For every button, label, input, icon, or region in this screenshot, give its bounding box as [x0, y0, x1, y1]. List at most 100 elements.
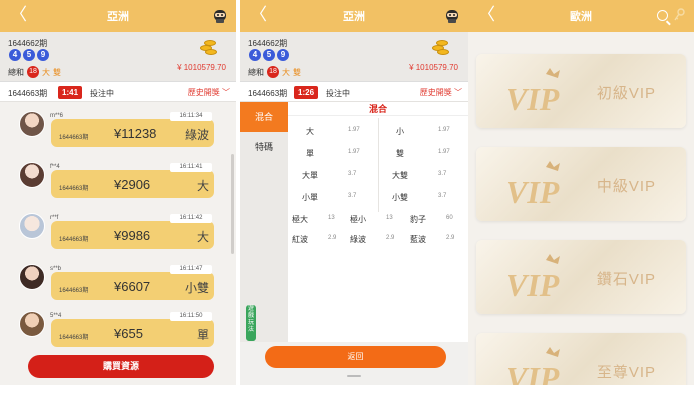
draw-result: 總和 18 大 雙 [8, 66, 61, 78]
bet-name: 單 [306, 149, 314, 158]
list-item: s**b 1644663期 ¥6607 小雙 16:11:47 [0, 261, 236, 313]
bet-option[interactable]: 綠波 2.9 [350, 230, 406, 248]
bet-issue: 1644663期 [59, 288, 89, 294]
bet-option[interactable]: 小 1.97 [396, 122, 458, 140]
balance: ¥ 1010579.70 [177, 63, 226, 72]
countdown-timer: 1:26 [294, 86, 319, 99]
list-item: r**f 1644663期 ¥9986 大 16:11:42 [0, 210, 236, 262]
robot-icon[interactable] [444, 7, 460, 24]
bet-bubble[interactable]: 1644663期 ¥11238 綠波 [51, 119, 214, 147]
bet-amount: ¥6607 [114, 279, 151, 294]
betting-status: 投注中 [326, 89, 350, 98]
bet-option[interactable]: 極小 13 [350, 210, 406, 228]
bet-option[interactable]: 小單 3.7 [302, 188, 368, 206]
tab-mixed[interactable]: 混合 [240, 102, 288, 132]
bet-bubble[interactable]: 1644663期 ¥9986 大 [51, 221, 214, 249]
header: 〈 亞洲 [240, 0, 468, 32]
bet-name: 雙 [396, 149, 404, 158]
bet-option[interactable]: 紅波 2.9 [292, 230, 348, 248]
history-link[interactable]: 歷史開獎 ﹀ [420, 87, 462, 98]
bet-odds: 3.7 [348, 171, 357, 177]
bet-amount: ¥11238 [114, 126, 157, 141]
avatar[interactable] [19, 311, 45, 337]
vip-card-basic[interactable]: VIP 初級VIP [476, 54, 686, 128]
avatar[interactable] [19, 213, 45, 239]
bet-name: 極小 [350, 215, 366, 224]
bet-pick: 大 [196, 230, 209, 244]
key-icon[interactable] [674, 8, 686, 22]
bet-odds: 1.97 [438, 127, 450, 133]
draw-ball: 9 [37, 49, 49, 61]
game-rules-tab[interactable]: 遊戲玩法 [246, 305, 256, 341]
current-issue-number: 1644663期 [248, 89, 288, 98]
history-link[interactable]: 歷史開獎 ﹀ [188, 87, 230, 98]
buy-resources-button[interactable]: 購買資源 [28, 355, 214, 378]
column-divider [378, 118, 379, 212]
bet-odds: 60 [446, 215, 453, 221]
draw-ball: 9 [277, 49, 289, 61]
last-issue-number: 1644662期 [8, 39, 48, 48]
bet-issue: 1644663期 [59, 135, 89, 141]
size-result: 大 [42, 67, 50, 77]
countdown-timer: 1:41 [58, 86, 83, 99]
bet-odds: 13 [386, 215, 393, 221]
bet-bubble[interactable]: 1644663期 ¥2906 大 [51, 170, 214, 198]
bet-odds: 13 [328, 215, 335, 221]
robot-icon[interactable] [212, 7, 228, 24]
sum-ball: 18 [27, 66, 39, 78]
bet-options-grid: 混合 大 1.97 小 1.97 單 1.97 雙 1.97 大單 3.7 大雙… [288, 102, 468, 342]
chevron-down-icon: ﹀ [222, 88, 230, 97]
bet-option[interactable]: 雙 1.97 [396, 144, 458, 162]
chevron-down-icon: ﹀ [454, 88, 462, 97]
return-button[interactable]: 返回 [265, 346, 446, 368]
draw-balls: 4 5 9 [9, 49, 49, 61]
bet-name: 小雙 [392, 193, 408, 202]
vip-crown-icon: VIP [506, 161, 560, 207]
balance: ¥ 1010579.70 [409, 63, 458, 72]
avatar[interactable] [19, 162, 45, 188]
bet-option[interactable]: 小雙 3.7 [392, 188, 458, 206]
bet-name: 紅波 [292, 235, 308, 244]
sum-label: 總和 [248, 67, 264, 77]
bet-odds: 3.7 [438, 171, 447, 177]
bet-option[interactable]: 大單 3.7 [302, 166, 368, 184]
bet-issue: 1644663期 [59, 237, 89, 243]
tab-special[interactable]: 特碼 [240, 132, 288, 162]
bet-option[interactable]: 藍波 2.9 [410, 230, 466, 248]
scrollbar[interactable] [231, 154, 234, 254]
vip-crown-icon: VIP [506, 347, 560, 385]
home-indicator [347, 375, 361, 377]
last-issue-number: 1644662期 [248, 39, 288, 48]
betting-status: 投注中 [90, 89, 114, 98]
bet-name: 小單 [302, 193, 318, 202]
bet-bubble[interactable]: 1644663期 ¥655 單 [51, 319, 214, 347]
bet-amount: ¥2906 [114, 177, 151, 192]
bet-bubble[interactable]: 1644663期 ¥6607 小雙 [51, 272, 214, 300]
vip-card-intermediate[interactable]: VIP 中級VIP [476, 147, 686, 221]
timestamp: 16:11:50 [170, 312, 212, 321]
page-title: 亞洲 [107, 11, 129, 23]
svg-text:VIP: VIP [506, 174, 560, 207]
bet-name: 綠波 [350, 235, 366, 244]
timestamp: 16:11:47 [170, 265, 212, 274]
vip-card-diamond[interactable]: VIP 鑽石VIP [476, 240, 686, 314]
vip-card-supreme[interactable]: VIP 至尊VIP [476, 333, 686, 385]
bet-option[interactable]: 大雙 3.7 [392, 166, 458, 184]
sum-label: 總和 [8, 67, 24, 77]
avatar[interactable] [19, 264, 45, 290]
bet-option[interactable]: 單 1.97 [306, 144, 368, 162]
chat-screen: 〈 亞洲 1644662期 4 5 9 總和 18 大 雙 ¥ 1010579.… [0, 0, 236, 385]
bet-pick: 綠波 [184, 128, 209, 142]
bet-name: 極大 [292, 215, 308, 224]
avatar[interactable] [19, 111, 45, 137]
bet-option[interactable]: 豹子 60 [410, 210, 466, 228]
bet-odds: 1.97 [348, 149, 360, 155]
search-icon[interactable] [657, 10, 668, 21]
bet-feed[interactable]: m**6 1644663期 ¥11238 綠波 16:11:34 f**4 16… [0, 102, 236, 360]
vip-tier-label: 鑽石VIP [596, 271, 656, 288]
bet-pick: 小雙 [184, 281, 209, 295]
vip-tier-label: 初級VIP [596, 85, 656, 102]
bet-option[interactable]: 極大 13 [292, 210, 348, 228]
last-draw-panel: 1644662期 4 5 9 總和 18 大 雙 ¥ 1010579.70 [0, 32, 236, 82]
bet-option[interactable]: 大 1.97 [306, 122, 368, 140]
